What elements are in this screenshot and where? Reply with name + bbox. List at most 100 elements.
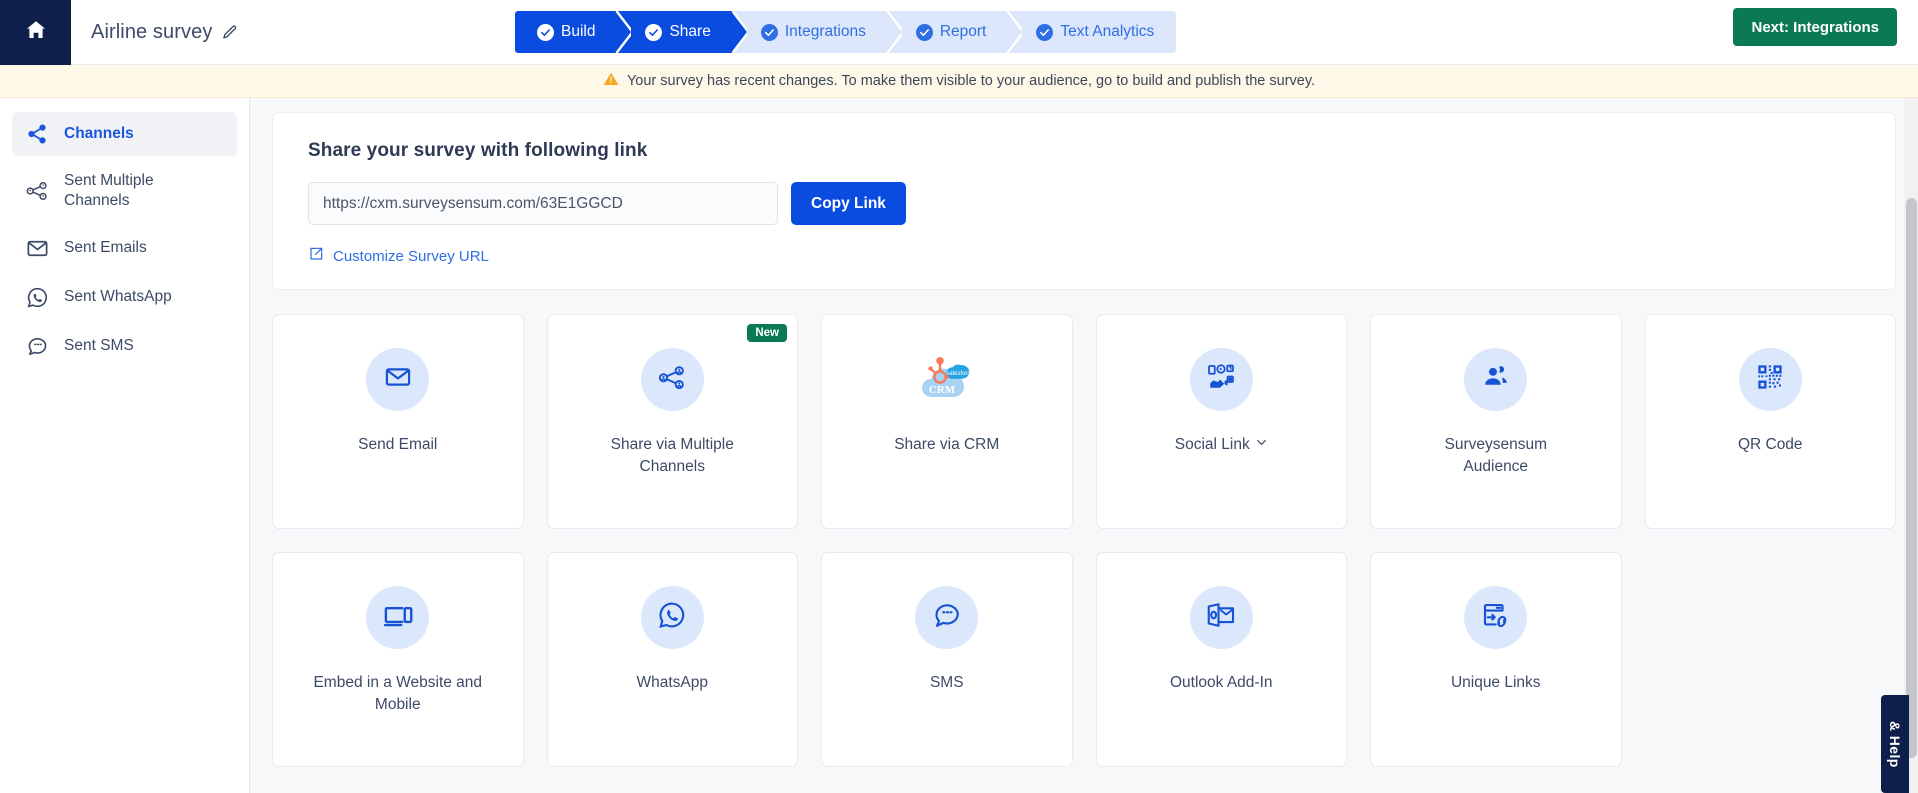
step-label: Text Analytics (1060, 23, 1155, 40)
svg-text:CRM: CRM (929, 384, 956, 396)
crm-cloud-icon: salesforce CRM (914, 351, 980, 408)
card-label: Surveysensum Audience (1444, 436, 1547, 476)
share-panel-title: Share your survey with following link (308, 140, 648, 161)
outlook-icon (1206, 600, 1236, 635)
icon-bubble: salesforce CRM (915, 348, 978, 411)
envelope-icon (384, 363, 412, 396)
sidebar-item-label: Sent Multiple Channels (64, 172, 154, 209)
unique-link-icon (1481, 600, 1511, 635)
survey-url-input[interactable] (308, 182, 778, 225)
step-label: Build (561, 23, 596, 40)
card-label: SMS (929, 674, 964, 691)
card-sms[interactable]: SMS (821, 552, 1073, 767)
channels-sidebar: Channels Sent Multiple Channels Sent Ema… (0, 98, 250, 793)
multi-channel-icon (24, 179, 50, 203)
multi-channel-icon (657, 362, 687, 397)
card-label: Outlook Add-In (1169, 674, 1273, 691)
icon-bubble (1189, 348, 1253, 411)
customize-survey-url-link[interactable]: Customize Survey URL (308, 246, 489, 266)
check-icon (537, 23, 554, 41)
step-report[interactable]: Report (887, 11, 1023, 53)
home-button[interactable] (0, 0, 71, 65)
share-link-panel: Share your survey with following link Co… (272, 112, 1896, 290)
page-scrollbar[interactable] (1904, 98, 1918, 793)
new-badge: New (747, 324, 787, 342)
chevron-divider-icon (885, 11, 902, 53)
page-title: Airline survey (91, 20, 213, 43)
check-icon (760, 23, 778, 41)
step-share[interactable]: Share (617, 11, 747, 53)
step-integrations[interactable]: Integrations (732, 11, 902, 53)
envelope-icon (24, 237, 50, 260)
next-integrations-button[interactable]: Next: Integrations (1733, 8, 1897, 46)
card-share-via-multiple-channels[interactable]: New Share via Multiple Channels (546, 314, 798, 529)
main-content: Share your survey with following link Co… (250, 98, 1918, 793)
svg-text:salesforce: salesforce (946, 371, 974, 377)
card-qr-code[interactable]: QR Code (1644, 314, 1896, 529)
whatsapp-icon (24, 286, 50, 309)
card-label: QR Code (1737, 436, 1803, 453)
app-header: Airline survey Build Share Integrations … (0, 0, 1918, 65)
card-share-via-crm[interactable]: salesforce CRM Share via CRM (821, 314, 1073, 529)
card-label-text: Social Link (1174, 436, 1250, 453)
banner-text: Your survey has recent changes. To make … (626, 73, 1316, 89)
sidebar-item-label: Sent SMS (64, 337, 134, 355)
whatsapp-icon (657, 600, 687, 635)
card-label: Unique Links (1450, 674, 1541, 691)
people-icon (1482, 363, 1510, 396)
card-embed-website-mobile[interactable]: Embed in a Website and Mobile (272, 552, 524, 767)
recent-changes-banner: Your survey has recent changes. To make … (0, 65, 1918, 98)
sidebar-item-sent-sms[interactable]: Sent SMS (12, 324, 237, 369)
card-unique-links[interactable]: Unique Links (1370, 552, 1622, 767)
icon-bubble (1464, 348, 1528, 411)
qr-code-icon (1756, 363, 1784, 396)
sidebar-item-label: Channels (64, 125, 134, 143)
icon-bubble (1464, 586, 1528, 649)
sidebar-item-sent-multiple-channels[interactable]: Sent Multiple Channels (12, 160, 237, 222)
step-label: Share (669, 23, 711, 40)
chevron-divider-icon (1006, 11, 1023, 53)
icon-bubble (915, 586, 979, 649)
pencil-icon[interactable] (221, 24, 238, 41)
card-label: WhatsApp (636, 674, 708, 691)
sms-icon (24, 335, 50, 358)
card-label: Send Email (358, 436, 438, 453)
icon-bubble (640, 586, 704, 649)
warning-triangle-icon (603, 71, 619, 91)
card-label: Embed in a Website and Mobile (313, 674, 483, 714)
icon-bubble (366, 348, 430, 411)
card-surveysensum-audience[interactable]: Surveysensum Audience (1370, 314, 1622, 529)
sidebar-item-channels[interactable]: Channels (12, 112, 237, 156)
support-help-tab[interactable]: & Help (1881, 695, 1909, 793)
step-build[interactable]: Build (515, 11, 632, 53)
card-label: Share via Multiple Channels (610, 436, 734, 476)
card-whatsapp[interactable]: WhatsApp (546, 552, 798, 767)
sidebar-item-label: Sent WhatsApp (64, 288, 172, 306)
card-outlook-addin[interactable]: Outlook Add-In (1095, 552, 1347, 767)
icon-bubble (1189, 586, 1253, 649)
icon-bubble (640, 348, 704, 411)
share-channel-grid: Send Email New Share via Multiple Channe… (272, 314, 1896, 767)
check-icon (915, 23, 933, 41)
scrollbar-thumb[interactable] (1906, 198, 1917, 758)
devices-icon (383, 600, 413, 635)
step-label: Integrations (784, 23, 866, 40)
share-nodes-icon (24, 123, 50, 145)
card-social-link[interactable]: Social Link (1095, 314, 1347, 529)
card-label: Share via CRM (894, 436, 1000, 453)
step-text-analytics[interactable]: Text Analytics (1008, 11, 1177, 53)
progress-stepper: Build Share Integrations Report Text Ana… (515, 11, 1177, 53)
check-icon (645, 23, 663, 41)
sidebar-item-sent-whatsapp[interactable]: Sent WhatsApp (12, 275, 237, 320)
customize-link-label: Customize Survey URL (333, 247, 489, 265)
sidebar-item-sent-emails[interactable]: Sent Emails (12, 226, 237, 271)
chevron-divider-icon (615, 11, 632, 53)
step-label: Report (939, 23, 987, 40)
chevron-down-icon[interactable] (1255, 434, 1268, 456)
chevron-divider-icon (730, 11, 747, 53)
help-tab-label: & Help (1887, 720, 1903, 768)
card-send-email[interactable]: Send Email (272, 314, 524, 529)
copy-link-button[interactable]: Copy Link (791, 182, 906, 225)
share-link-row: Copy Link (308, 182, 1895, 225)
survey-title-area: Airline survey (91, 21, 238, 44)
